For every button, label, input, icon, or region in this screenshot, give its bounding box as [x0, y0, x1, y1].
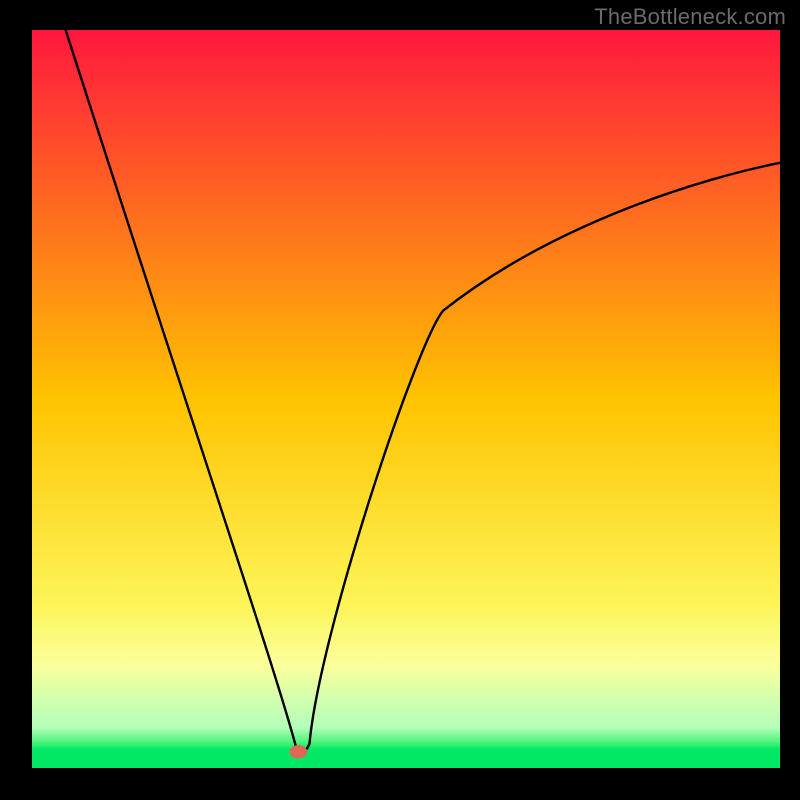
optimum-marker	[289, 745, 307, 758]
plot-background	[32, 30, 780, 768]
chart-frame: TheBottleneck.com	[0, 0, 800, 800]
bottleneck-chart	[0, 0, 800, 800]
